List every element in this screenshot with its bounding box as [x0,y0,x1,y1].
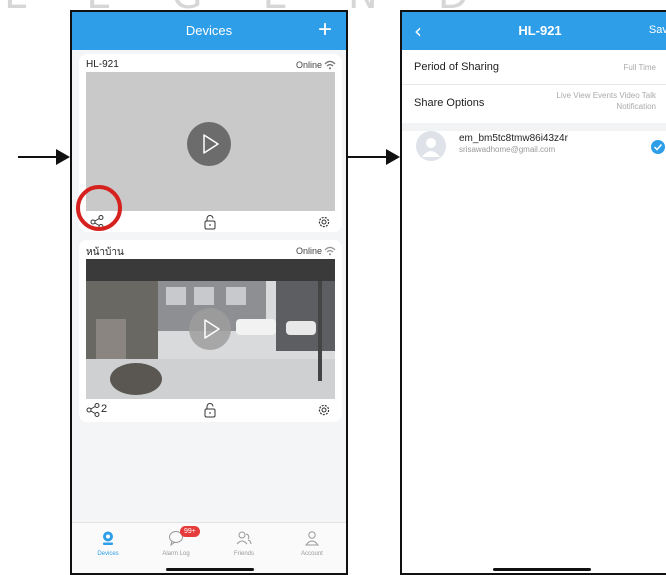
home-indicator [166,568,254,571]
share-count: 2 [101,403,108,415]
video-preview[interactable] [86,259,335,399]
wifi-icon [324,246,336,256]
bottom-tab-bar: Devices 99+ Alarm Log Friends Account [72,522,346,573]
gear-icon[interactable] [316,402,332,418]
device-status: Online [295,246,322,256]
share-options-row[interactable]: Share Options Live View Events Video Tal… [402,85,666,131]
device-actions: 2 [79,399,342,421]
device-card-front-house[interactable]: หน้าบ้าน Online 2 [79,240,342,422]
video-preview[interactable] [86,72,335,211]
user-email: srisawadhome@gmail.com [459,145,556,154]
row-label: Period of Sharing [414,61,499,73]
user-name: em_bm5tc8tmw86i43z4r [459,133,568,144]
page-title: HL-921 [518,23,562,38]
add-device-button[interactable]: + [318,17,332,43]
devices-screen: Devices + HL-921 Online หน้าบ้าน Online … [70,10,348,575]
period-of-sharing-row[interactable]: Period of Sharing Full Time › [402,50,666,85]
save-button[interactable]: Save [649,24,666,36]
shared-user-row[interactable]: em_bm5tc8tmw86i43z4r srisawadhome@gmail.… [402,131,666,165]
share-settings-screen: ‹ HL-921 Save Period of Sharing Full Tim… [400,10,666,575]
play-icon [203,134,219,154]
left-arrow [18,149,70,165]
play-button[interactable] [187,122,231,166]
gear-icon[interactable] [316,214,332,230]
devices-header: Devices + [72,12,346,50]
home-indicator [493,568,591,571]
alarm-badge: 99+ [180,526,200,537]
row-label: Share Options [414,97,485,109]
tab-label: Alarm Log [162,551,190,557]
tab-label: Account [301,551,323,557]
tab-label: Devices [97,551,119,557]
friends-icon [236,531,252,545]
row-value: Live View Events Video Talk Notification [556,91,656,111]
middle-arrow [348,149,400,165]
unlock-icon[interactable] [202,214,218,230]
person-icon [304,531,320,546]
share-highlight-circle [76,185,122,231]
device-name: หน้าบ้าน [86,247,124,258]
avatar [416,131,446,161]
tab-label: Friends [233,551,254,557]
camera-snapshot-image [86,259,335,399]
wifi-icon [324,60,336,70]
page-title: Devices [185,23,233,38]
check-icon[interactable] [651,140,665,154]
camera-icon [103,531,113,545]
device-status: Online [295,60,322,70]
share-header: ‹ HL-921 Save [402,12,666,50]
share-icon[interactable] [85,402,101,418]
row-value: Full Time [623,63,656,72]
device-name: HL-921 [86,59,119,70]
unlock-icon[interactable] [202,402,218,418]
